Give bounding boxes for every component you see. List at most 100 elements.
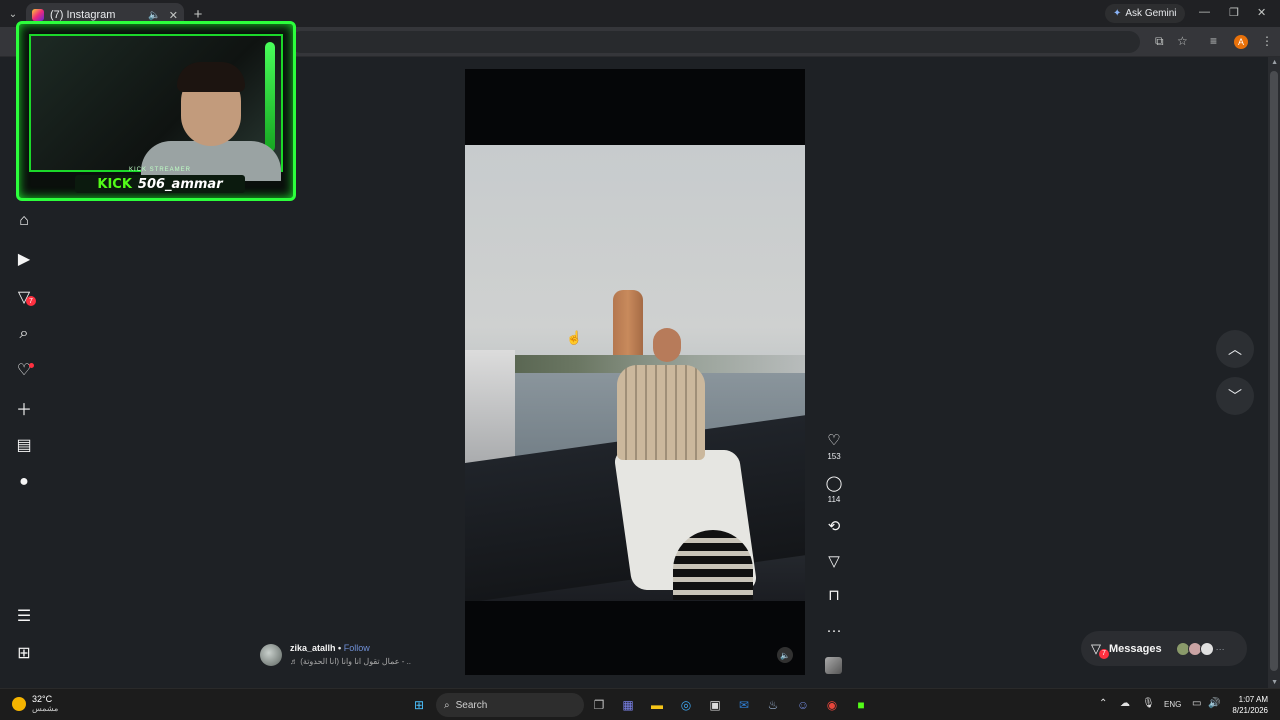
windows-start-icon[interactable]: ⊞ xyxy=(410,696,428,714)
insights-icon[interactable]: ▤ xyxy=(14,435,34,455)
chrome-menu-icon[interactable]: ⋮ xyxy=(1261,34,1273,48)
volume-icon[interactable]: 🔊 xyxy=(1208,698,1220,709)
messages-label: Messages xyxy=(1109,642,1162,655)
heart-icon[interactable]: ♡ xyxy=(824,433,844,449)
ask-gemini-button[interactable]: ✦ Ask Gemini xyxy=(1105,4,1185,23)
widgets-icon[interactable]: ▦ xyxy=(619,696,637,714)
ask-gemini-label: Ask Gemini xyxy=(1125,8,1177,19)
follow-button[interactable]: Follow xyxy=(344,643,370,653)
address-bar[interactable] xyxy=(290,31,1140,53)
taskbar-search[interactable]: ⌕ Search xyxy=(436,693,584,717)
create-icon[interactable]: ＋ xyxy=(14,398,34,419)
language-indicator[interactable]: ENG xyxy=(1164,700,1181,709)
audio-track-label[interactable]: ♬ عمال تقول انا وانا (انا الحدوتة) - .. xyxy=(290,657,411,666)
more-icon[interactable]: ··· xyxy=(824,623,844,639)
weather-temp: 32°C xyxy=(32,694,53,704)
search-icon: ⌕ xyxy=(444,699,450,711)
steam-icon[interactable]: ♨ xyxy=(764,696,782,714)
mute-toggle-icon[interactable]: 🔈 xyxy=(777,647,793,663)
weather-widget[interactable]: 32°C مشمس xyxy=(12,694,58,714)
network-icon[interactable]: ▭ xyxy=(1192,698,1201,709)
message-avatar xyxy=(1199,641,1214,656)
comment-icon[interactable]: ◯ xyxy=(824,476,844,492)
notification-dot xyxy=(29,363,34,368)
like-count: 153 xyxy=(827,452,841,461)
comment-count: 114 xyxy=(827,495,841,504)
audio-thumbnail[interactable] xyxy=(825,657,842,674)
messenger-icon: ▽ 7 xyxy=(1091,641,1109,659)
striped-cushion-shape xyxy=(673,530,753,600)
kick-streamer-tag: KICK STREAMER xyxy=(129,167,192,173)
window-minimize-button[interactable]: — xyxy=(1199,6,1210,18)
page-scrollbar[interactable]: ▲ ▼ xyxy=(1268,57,1280,688)
like-action[interactable]: ♡ 153 xyxy=(824,433,844,462)
store-icon[interactable]: ▣ xyxy=(706,696,724,714)
reels-icon[interactable]: ▶ xyxy=(14,249,34,269)
microphone-icon[interactable]: 🎙 xyxy=(1142,698,1155,709)
scroll-down-icon[interactable]: ▼ xyxy=(1271,679,1278,686)
share-icon[interactable]: ▽ xyxy=(824,554,844,570)
next-reel-button[interactable]: ﹀ xyxy=(1216,377,1254,415)
separator-dot: • xyxy=(338,643,342,653)
windows-taskbar: 32°C مشمس ⊞ ⌕ Search ❐ ▦ ▬ ◎ ▣ ✉ ♨ ☺ ◉ ■… xyxy=(0,688,1280,720)
kick-channel-name: 506_ammar xyxy=(137,176,223,192)
repost-icon[interactable]: ⟲ xyxy=(824,519,844,535)
tab-audio-icon[interactable]: 🔈 xyxy=(148,10,160,21)
reel-photo xyxy=(465,145,805,601)
more-options-action[interactable]: ··· xyxy=(824,623,844,639)
kick-logo: KICK xyxy=(97,176,132,192)
reel-video[interactable]: 🔈 xyxy=(465,69,805,675)
save-action[interactable]: ⊓ xyxy=(824,588,844,604)
taskbar-clock[interactable]: 1:07 AM 8/21/2026 xyxy=(1228,694,1268,716)
chevron-down-icon: ﹀ xyxy=(1228,388,1242,404)
cast-icon[interactable]: ⧉ xyxy=(1155,34,1164,49)
more-dots-icon: ··· xyxy=(1215,643,1225,654)
bookmark-icon[interactable]: ⊓ xyxy=(824,588,844,604)
previous-reel-button[interactable]: ︿ xyxy=(1216,330,1254,368)
messages-badge: 7 xyxy=(1099,648,1109,659)
task-view-icon[interactable]: ❐ xyxy=(590,696,608,714)
reading-list-icon[interactable]: ≡ xyxy=(1210,34,1217,48)
scroll-up-icon[interactable]: ▲ xyxy=(1271,59,1278,66)
person-head-shape xyxy=(653,328,681,362)
messages-button[interactable]: ▽ 7 Messages ··· xyxy=(1081,631,1247,666)
edge-icon[interactable]: ◎ xyxy=(677,696,695,714)
tab-close-icon[interactable]: ✕ xyxy=(169,9,178,22)
chrome-icon[interactable]: ◉ xyxy=(823,696,841,714)
discord-icon[interactable]: ☺ xyxy=(794,696,812,714)
boat-shape xyxy=(465,350,515,465)
profile-avatar[interactable]: A xyxy=(1234,35,1248,49)
menu-icon[interactable]: ☰ xyxy=(14,606,34,626)
home-icon[interactable]: ⌂ xyxy=(14,211,34,231)
poster-username[interactable]: zika_atallh xyxy=(290,643,336,653)
sun-icon xyxy=(12,697,26,711)
chevron-up-icon: ︿ xyxy=(1228,341,1242,357)
file-explorer-icon[interactable]: ▬ xyxy=(648,696,666,714)
window-close-button[interactable]: ✕ xyxy=(1257,6,1266,19)
scroll-thumb[interactable] xyxy=(1270,71,1278,671)
search-icon[interactable]: ⌕ xyxy=(14,324,34,344)
kick-app-icon[interactable]: ■ xyxy=(852,696,870,714)
streamer-webcam-overlay: KICK STREAMER KICK 506_ammar xyxy=(16,21,296,201)
gemini-sparkle-icon: ✦ xyxy=(1113,8,1122,19)
share-action[interactable]: ▽ xyxy=(824,554,844,570)
hand-cursor-icon: ☝ xyxy=(566,330,583,345)
comment-action[interactable]: ◯ 114 xyxy=(824,476,844,505)
tray-overflow-icon[interactable]: ⌃ xyxy=(1099,698,1107,709)
poster-line: zika_atallh • Follow xyxy=(290,643,370,653)
more-apps-icon[interactable]: ⊞ xyxy=(14,643,34,663)
person-shirt-shape xyxy=(617,365,705,460)
repost-action[interactable]: ⟲ xyxy=(824,519,844,535)
bookmark-star-icon[interactable]: ☆ xyxy=(1177,34,1188,48)
clock-date: 8/21/2026 xyxy=(1232,706,1268,715)
taskbar-search-placeholder: Search xyxy=(455,699,488,711)
mail-icon[interactable]: ✉ xyxy=(735,696,753,714)
weather-condition: مشمس xyxy=(32,704,59,713)
webcam-feed xyxy=(29,34,283,181)
profile-icon[interactable]: ● xyxy=(14,472,34,492)
kick-name-bar: KICK 506_ammar xyxy=(75,175,245,193)
onedrive-icon[interactable]: ☁ xyxy=(1120,698,1130,709)
window-restore-button[interactable]: ❐ xyxy=(1229,6,1239,19)
clock-time: 1:07 AM xyxy=(1238,695,1268,704)
poster-avatar[interactable] xyxy=(260,644,282,666)
